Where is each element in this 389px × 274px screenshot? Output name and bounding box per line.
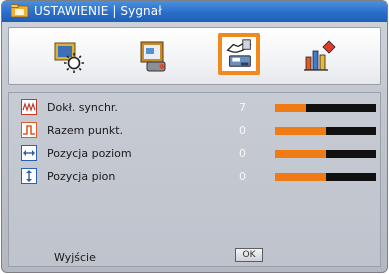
vertical-arrows-icon (21, 168, 37, 184)
row-pozycja-poziom[interactable]: Pozycja poziom 0 (21, 145, 376, 163)
phase-step-icon (21, 122, 37, 138)
slider[interactable] (275, 104, 376, 112)
frequency-wave-icon (21, 99, 37, 115)
row-dokl-synchr[interactable]: Dokł. synchr. 7 (21, 99, 376, 117)
row-value: 0 (239, 170, 246, 183)
slider-fill (275, 173, 326, 181)
settings-folder-icon (11, 4, 29, 18)
row-label: Pozycja poziom (47, 147, 132, 160)
window-title: USTAWIENIE | Sygnał (34, 4, 162, 18)
row-label: Razem punkt. (47, 124, 124, 137)
row-value: 0 (239, 147, 246, 160)
exit-ok-button[interactable]: OK (235, 248, 263, 262)
row-pozycja-pion[interactable]: Pozycja pion 0 (21, 168, 376, 186)
tab-image[interactable] (52, 39, 88, 75)
row-value: 0 (239, 124, 246, 137)
tab-setup[interactable] (218, 33, 260, 75)
display-icon (140, 41, 166, 72)
settings-panel: Dokł. synchr. 7 Razem punkt. 0 Pozycja p… (8, 92, 381, 267)
horizontal-arrows-icon (21, 145, 37, 161)
slider[interactable] (275, 127, 376, 135)
options-icon (304, 40, 336, 71)
row-label: Dokł. synchr. (47, 101, 118, 114)
slider-fill (275, 127, 326, 135)
slider-fill (275, 150, 326, 158)
title-bar: USTAWIENIE | Sygnał (2, 1, 387, 22)
row-razem-punkt[interactable]: Razem punkt. 0 (21, 122, 376, 140)
tab-options[interactable] (302, 39, 338, 75)
slider[interactable] (275, 150, 376, 158)
exit-label: Wyjście (54, 251, 96, 264)
osd-menu-window: USTAWIENIE | Sygnał Dokł. synchr. 7 Raze… (1, 0, 388, 273)
brightness-icon (54, 42, 84, 73)
row-value: 7 (239, 101, 246, 114)
tab-display[interactable] (137, 39, 173, 75)
slider-fill (275, 104, 307, 112)
row-label: Pozycja pion (47, 170, 116, 183)
slider[interactable] (275, 173, 376, 181)
setup-icon (226, 39, 252, 67)
menu-tab-bar (8, 27, 381, 85)
